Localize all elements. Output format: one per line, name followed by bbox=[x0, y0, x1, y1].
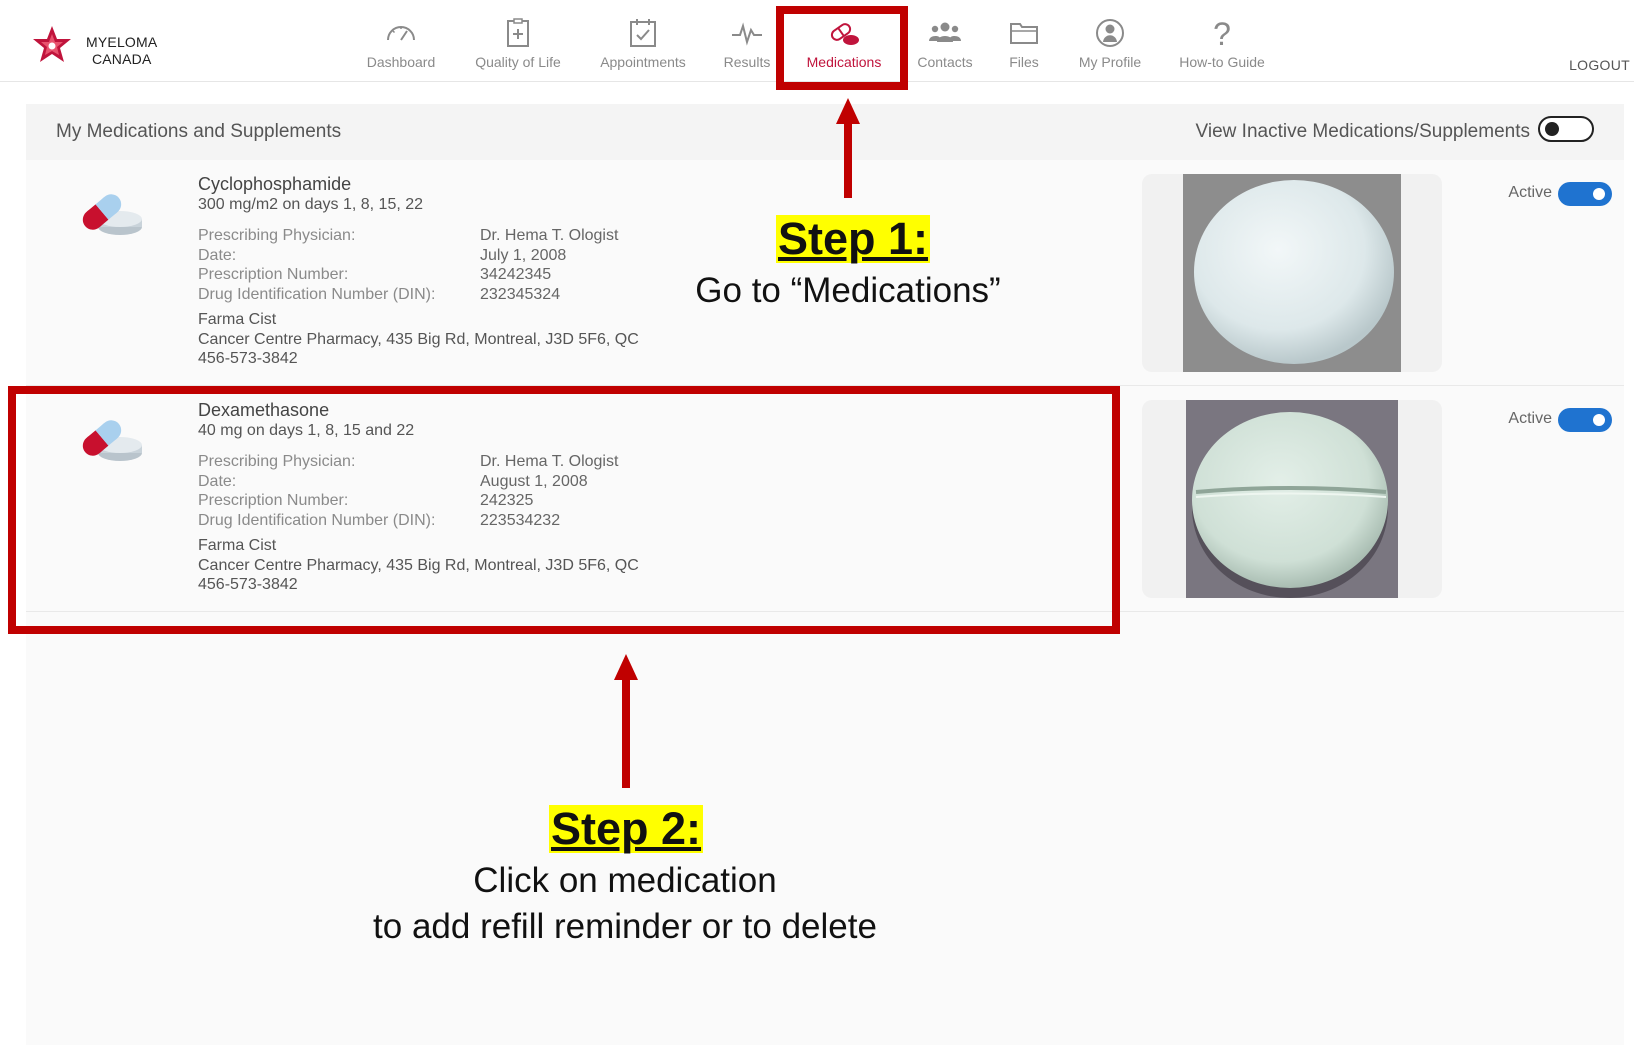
nav-label: How-to Guide bbox=[1179, 54, 1265, 70]
round-white-tablet-photo bbox=[1183, 174, 1401, 372]
view-inactive-toggle[interactable] bbox=[1538, 116, 1594, 142]
profile-icon bbox=[1096, 19, 1124, 47]
folder-icon bbox=[1010, 23, 1038, 44]
panel-header: My Medications and Supplements View Inac… bbox=[26, 104, 1624, 160]
detail-label: Date: bbox=[198, 246, 237, 264]
medication-name: Cyclophosphamide bbox=[198, 174, 352, 194]
medication-row-highlight-box bbox=[8, 386, 1120, 634]
svg-text:?: ? bbox=[1213, 18, 1231, 48]
nav-results[interactable]: Results bbox=[718, 18, 776, 78]
nav-contacts[interactable]: Contacts bbox=[910, 18, 980, 78]
pharmacy-info: Farma Cist Cancer Centre Pharmacy, 435 B… bbox=[198, 310, 639, 369]
nav-how-to-guide[interactable]: ? How-to Guide bbox=[1174, 18, 1270, 78]
people-icon bbox=[929, 22, 961, 42]
logo-line-1: MYELOMA bbox=[86, 34, 158, 50]
calendar-check-icon bbox=[630, 19, 656, 47]
medication-dose: 300 mg/m2 on days 1, 8, 15, 22 bbox=[198, 196, 424, 213]
detail-value: Dr. Hema T. Ologist bbox=[480, 227, 619, 244]
nav-label: Quality of Life bbox=[475, 54, 561, 70]
step2-text-line1: Click on medication bbox=[473, 861, 777, 900]
medication-photo-card bbox=[1142, 400, 1442, 598]
nav-quality-of-life[interactable]: Quality of Life bbox=[468, 18, 568, 78]
pharmacy-address: Cancer Centre Pharmacy, 435 Big Rd, Mont… bbox=[198, 330, 639, 348]
pharmacist-name: Farma Cist bbox=[198, 311, 277, 328]
active-toggle[interactable] bbox=[1558, 182, 1612, 206]
detail-label: Drug Identification Number (DIN): bbox=[198, 285, 436, 303]
nav-my-profile[interactable]: My Profile bbox=[1070, 18, 1150, 78]
step1-title: Step 1: bbox=[776, 213, 931, 264]
step1-text: Go to “Medications” bbox=[695, 271, 1001, 310]
panel-title: My Medications and Supplements bbox=[56, 121, 342, 142]
nav-label: Appointments bbox=[600, 54, 686, 70]
scored-tablet-photo bbox=[1186, 400, 1398, 598]
pharmacy-phone: 456-573-3842 bbox=[198, 350, 298, 367]
step2-arrow-icon bbox=[614, 654, 638, 788]
logout-link[interactable]: LOGOUT bbox=[1569, 57, 1630, 73]
step2-title: Step 2: bbox=[549, 803, 704, 854]
medication-photo-card bbox=[1142, 174, 1442, 372]
step1-arrow-icon bbox=[836, 98, 860, 198]
status-label: Active bbox=[1508, 410, 1552, 427]
nav-label: Contacts bbox=[917, 54, 973, 70]
pulse-icon bbox=[732, 22, 762, 46]
gauge-icon bbox=[387, 26, 415, 41]
detail-value: 232345324 bbox=[480, 285, 561, 303]
maple-star-icon bbox=[33, 26, 71, 62]
nav-label: Files bbox=[1009, 54, 1039, 70]
question-icon: ? bbox=[1213, 18, 1231, 48]
detail-value: July 1, 2008 bbox=[480, 246, 567, 264]
step2-text-line2: to add refill reminder or to delete bbox=[373, 907, 877, 946]
nav-files[interactable]: Files bbox=[998, 18, 1050, 78]
detail-value: 34242345 bbox=[480, 266, 552, 283]
detail-label: Prescription Number: bbox=[198, 266, 349, 283]
status-label: Active bbox=[1508, 184, 1552, 201]
detail-label: Prescribing Physician: bbox=[198, 227, 356, 244]
nav-label: Results bbox=[723, 54, 771, 70]
logo-line-2: CANADA bbox=[91, 51, 152, 67]
nav-appointments[interactable]: Appointments bbox=[592, 18, 694, 78]
active-toggle[interactable] bbox=[1558, 408, 1612, 432]
clipboard-plus-icon bbox=[507, 18, 529, 47]
nav-label: Dashboard bbox=[366, 54, 436, 70]
capsule-pill-icon bbox=[82, 194, 142, 235]
nav-dashboard[interactable]: Dashboard bbox=[362, 18, 440, 78]
view-inactive-label: View Inactive Medications/Supplements bbox=[1195, 121, 1530, 142]
medications-highlight-box bbox=[776, 6, 908, 90]
nav-label: My Profile bbox=[1078, 54, 1142, 70]
myeloma-canada-logo[interactable]: MYELOMA CANADA bbox=[28, 24, 178, 70]
